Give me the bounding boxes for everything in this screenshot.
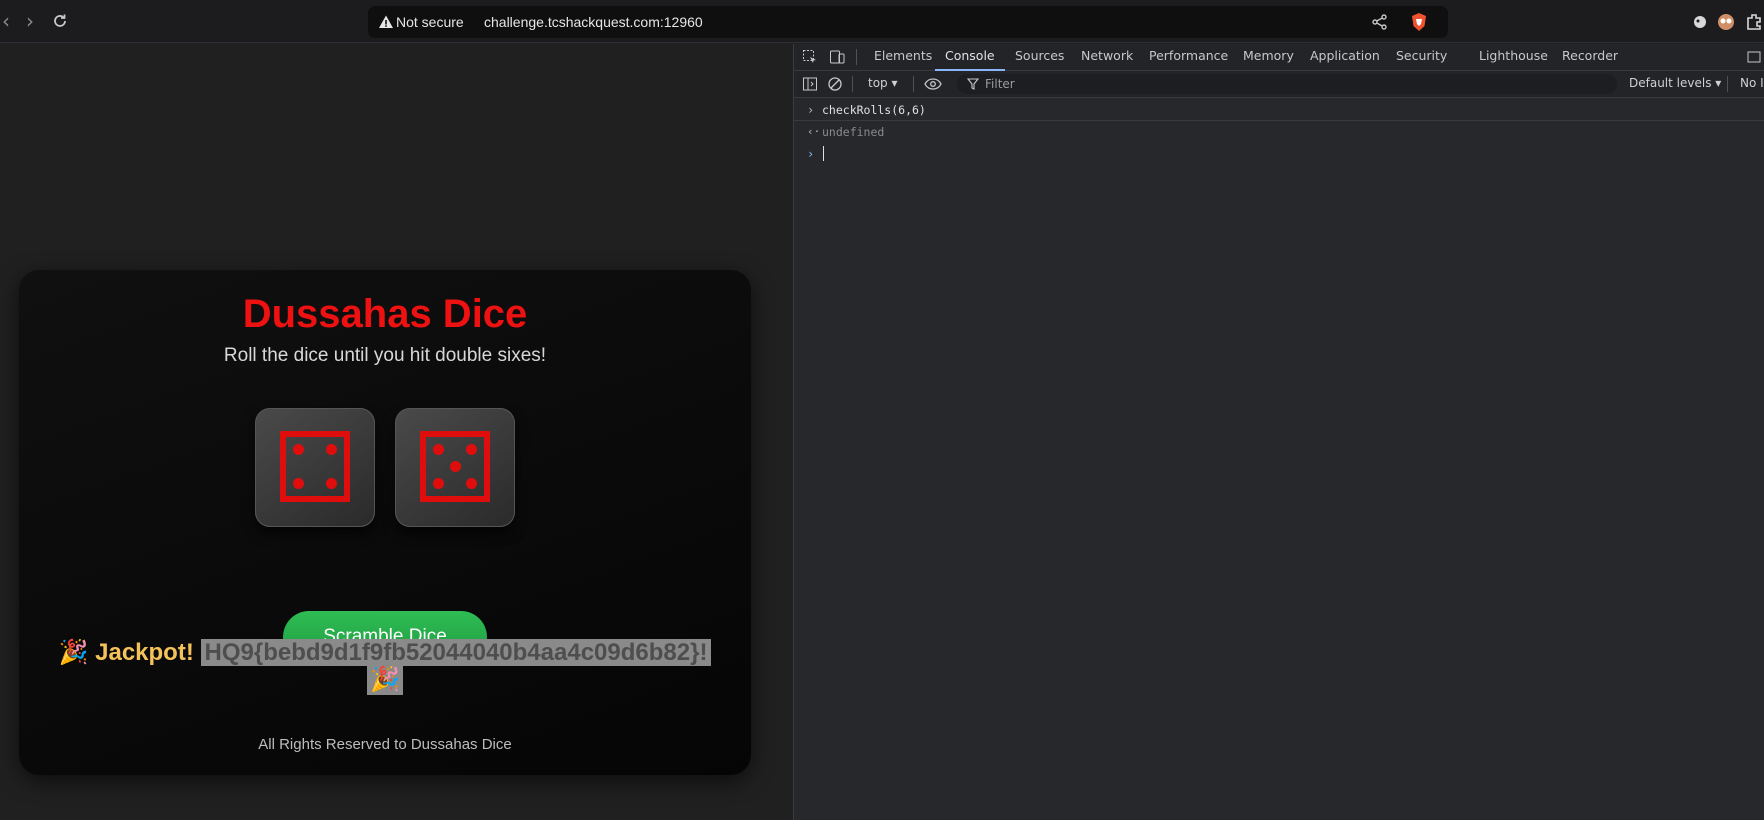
tab-sources[interactable]: Sources xyxy=(1015,44,1064,71)
console-result[interactable]: undefined xyxy=(822,125,884,139)
extension-icon[interactable] xyxy=(1716,12,1736,32)
die-1 xyxy=(255,408,375,527)
flag-text[interactable]: HQ9{bebd9d1f9fb52044040b4aa4c09d6b82}! xyxy=(200,639,712,666)
divider xyxy=(1727,76,1728,92)
devtools-panel: Elements Console Sources Network Perform… xyxy=(793,44,1764,820)
jackpot-label: Jackpot! xyxy=(95,639,194,666)
tab-application[interactable]: Application xyxy=(1310,44,1380,71)
web-page: Dussahas Dice Roll the dice until you hi… xyxy=(0,44,792,820)
tab-security[interactable]: Security xyxy=(1396,44,1447,71)
extension-icon[interactable] xyxy=(1744,12,1764,32)
die-face-five xyxy=(420,431,490,502)
page-footer: All Rights Reserved to Dussahas Dice xyxy=(258,736,512,753)
party-popper-icon: 🎉 xyxy=(58,639,89,666)
forward-icon[interactable]: › xyxy=(18,9,42,33)
divider xyxy=(852,76,853,92)
console-prompt[interactable]: › xyxy=(794,143,1764,165)
die-face-four xyxy=(280,431,350,502)
dice-game-card: Dussahas Dice Roll the dice until you hi… xyxy=(19,270,751,775)
url-text[interactable]: challenge.tcshackquest.com:12960 xyxy=(484,14,703,30)
pip xyxy=(326,444,337,455)
tab-console[interactable]: Console xyxy=(935,44,1005,71)
tab-elements[interactable]: Elements xyxy=(874,44,932,71)
filter-placeholder: Filter xyxy=(985,77,1015,91)
reload-icon[interactable] xyxy=(48,9,72,33)
tab-recorder[interactable]: Recorder xyxy=(1562,44,1618,71)
inspect-element-icon[interactable] xyxy=(802,49,818,65)
party-popper-icon: 🎉 xyxy=(367,665,403,695)
pip xyxy=(466,478,477,489)
jackpot-message: 🎉 Jackpot! HQ9{bebd9d1f9fb52044040b4aa4c… xyxy=(19,638,751,668)
divider xyxy=(913,76,914,92)
tab-lighthouse[interactable]: Lighthouse xyxy=(1479,44,1548,71)
eye-icon[interactable] xyxy=(924,76,942,92)
chevron-down-icon: ▾ xyxy=(1715,76,1722,90)
issues-counter[interactable]: No Is xyxy=(1740,76,1764,90)
divider xyxy=(856,49,857,65)
clear-console-icon[interactable] xyxy=(827,76,843,92)
filter-icon xyxy=(967,78,979,90)
console-filter-input[interactable]: Filter xyxy=(957,74,1617,94)
sidebar-toggle-icon[interactable] xyxy=(802,76,818,92)
console-toolbar: top ▾ Filter Default levels ▾ No Is xyxy=(794,71,1764,98)
context-label: top xyxy=(868,76,888,90)
log-levels-dropdown[interactable]: Default levels ▾ xyxy=(1629,76,1721,90)
chevron-right-icon: › xyxy=(807,103,815,117)
tab-performance[interactable]: Performance xyxy=(1149,44,1228,71)
device-toolbar-icon[interactable] xyxy=(829,49,845,65)
jackpot-message-end: 🎉 xyxy=(19,665,751,695)
security-label[interactable]: Not secure xyxy=(396,14,464,30)
context-selector[interactable]: top ▾ xyxy=(868,76,898,90)
page-subtitle: Roll the dice until you hit double sixes… xyxy=(223,345,547,366)
pip xyxy=(293,444,304,455)
chevron-down-icon: ▾ xyxy=(891,76,898,90)
brave-shield-icon[interactable] xyxy=(1410,12,1428,32)
tab-network[interactable]: Network xyxy=(1081,44,1133,71)
pip xyxy=(433,444,444,455)
log-levels-label: Default levels xyxy=(1629,76,1712,90)
tab-memory[interactable]: Memory xyxy=(1243,44,1294,71)
extension-icon[interactable] xyxy=(1690,12,1710,32)
more-tabs-icon[interactable] xyxy=(1746,49,1762,65)
share-icon[interactable] xyxy=(1371,13,1389,31)
console-result-row: ‹· undefined xyxy=(794,121,1764,143)
back-icon[interactable]: ‹ xyxy=(0,9,18,33)
console-output[interactable]: › checkRolls(6,6) ‹· undefined › xyxy=(794,99,1764,820)
return-arrow-icon: ‹· xyxy=(807,125,821,138)
console-input-row: › checkRolls(6,6) xyxy=(794,99,1764,121)
browser-toolbar: ‹ › Not secure challenge.tcshackquest.co… xyxy=(0,0,1764,43)
pip xyxy=(293,478,304,489)
devtools-tab-bar: Elements Console Sources Network Perform… xyxy=(794,44,1764,71)
pip xyxy=(326,478,337,489)
pip xyxy=(466,444,477,455)
page-title: Dussahas Dice xyxy=(242,292,528,336)
die-2 xyxy=(395,408,515,527)
pip xyxy=(450,461,461,472)
prompt-chevron-icon: › xyxy=(807,147,815,161)
address-bar[interactable]: Not secure challenge.tcshackquest.com:12… xyxy=(368,6,1448,38)
console-command[interactable]: checkRolls(6,6) xyxy=(822,103,926,117)
warning-icon[interactable] xyxy=(378,14,394,30)
text-cursor xyxy=(823,146,824,161)
pip xyxy=(433,478,444,489)
